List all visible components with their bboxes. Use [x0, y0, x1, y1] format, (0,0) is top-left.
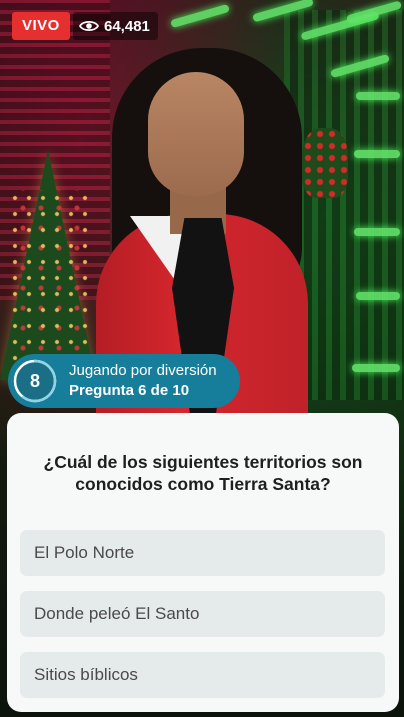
game-status-text: Jugando por diversión Pregunta 6 de 10 — [69, 361, 217, 401]
answer-option-3[interactable]: Sitios bíblicos — [20, 652, 385, 698]
question-card: ¿Cuál de los siguientes territorios son … — [7, 413, 399, 712]
answer-option-1[interactable]: El Polo Norte — [20, 530, 385, 576]
christmas-decoration — [302, 128, 348, 198]
viewer-count: 64,481 — [73, 12, 158, 40]
answer-option-2[interactable]: Donde peleó El Santo — [20, 591, 385, 637]
neon-light-stripe — [170, 3, 230, 29]
game-mode-label: Jugando por diversión — [69, 362, 217, 379]
neon-light-stripe — [354, 150, 400, 158]
host-face — [148, 72, 244, 196]
neon-light-stripe — [354, 228, 400, 236]
trivia-live-screen: VIVO 64,481 8 Jugando por diversión Preg… — [0, 0, 404, 717]
neon-light-stripe — [356, 292, 400, 300]
neon-light-stripe — [356, 92, 400, 100]
round-number: 8 — [29, 371, 40, 391]
viewer-count-value: 64,481 — [104, 17, 150, 35]
round-badge: 8 — [12, 358, 58, 404]
game-progress-pill: 8 Jugando por diversión Pregunta 6 de 10 — [8, 354, 240, 408]
question-counter: Pregunta 6 de 10 — [69, 382, 190, 399]
christmas-tree-lights — [8, 190, 88, 370]
question-text: ¿Cuál de los siguientes territorios son … — [43, 452, 363, 494]
live-badge: VIVO — [12, 12, 70, 40]
eye-icon — [79, 20, 99, 32]
neon-light-stripe — [352, 364, 400, 372]
